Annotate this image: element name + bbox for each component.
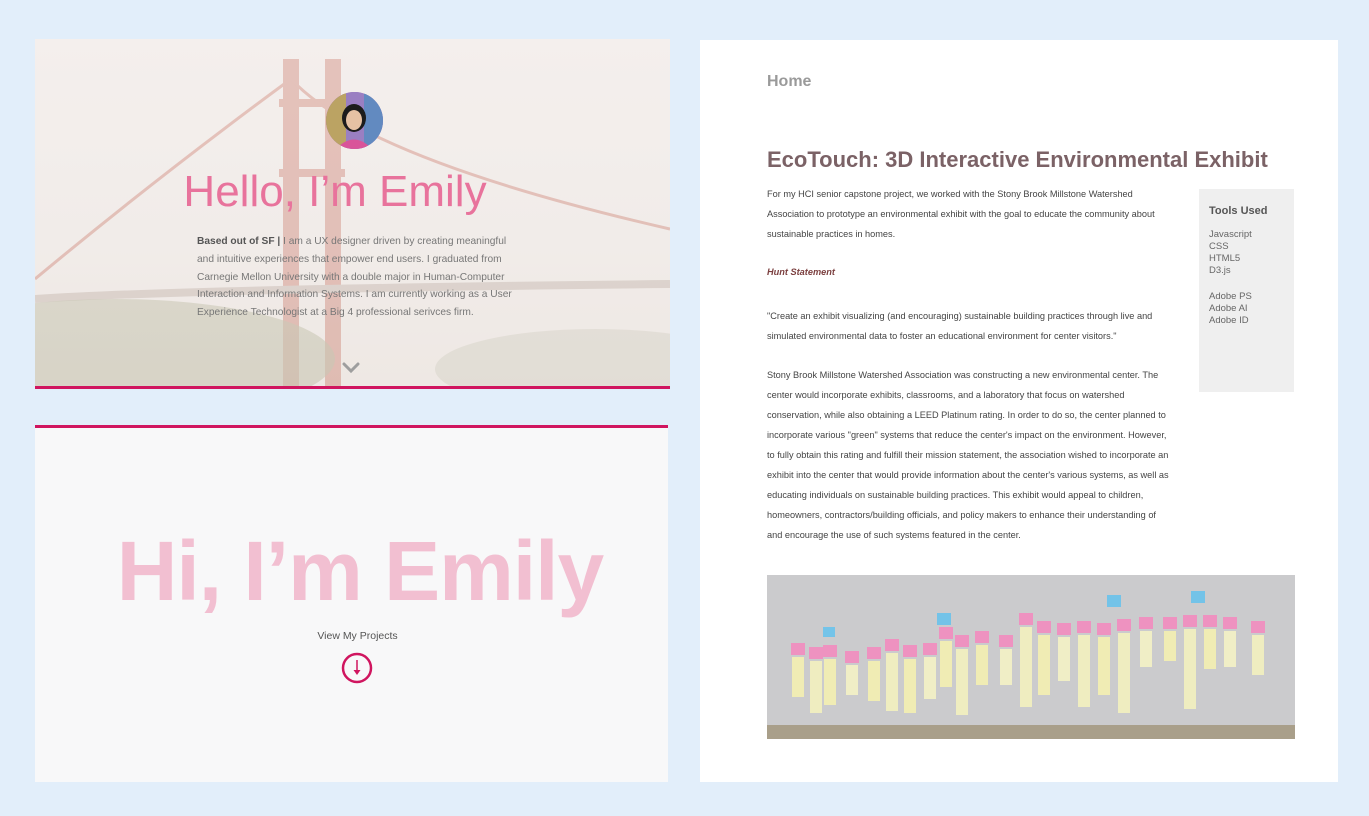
hunt-statement-label: Hunt Statement xyxy=(767,267,835,277)
tool-item: Javascript xyxy=(1209,229,1252,240)
hero-title: Hello, I’m Emily xyxy=(183,167,487,216)
project-title: EcoTouch: 3D Interactive Environmental E… xyxy=(767,147,1268,172)
hunt-statement-quote: "Create an exhibit visualizing (and enco… xyxy=(767,311,1153,341)
tools-title: Tools Used xyxy=(1209,205,1268,217)
hero-bio-location: Based out of SF | xyxy=(197,236,281,247)
tool-item: CSS xyxy=(1209,241,1229,252)
tool-item: HTML5 xyxy=(1209,253,1241,264)
avatar-portrait-icon xyxy=(326,92,383,149)
tool-item: D3.js xyxy=(1209,265,1231,276)
tools-used-box: Tools Used Javascript CSS HTML5 D3.js Ad… xyxy=(1199,189,1294,392)
view-projects-link[interactable]: View My Projects xyxy=(35,630,680,642)
chevron-down-icon[interactable] xyxy=(342,362,360,374)
tool-item: Adobe AI xyxy=(1209,303,1248,314)
sticky-notes-photo xyxy=(767,575,1295,739)
arrow-down-circle-icon[interactable] xyxy=(341,652,373,684)
intro-section: Hi, I’m Emily View My Projects xyxy=(35,425,668,782)
avatar xyxy=(326,92,383,149)
tool-item: Adobe PS xyxy=(1209,291,1252,302)
project-page: Home EcoTouch: 3D Interactive Environmen… xyxy=(700,40,1338,782)
project-description: Stony Brook Millstone Watershed Associat… xyxy=(767,370,1169,540)
hero-section: Hello, I’m Emily Based out of SF | I am … xyxy=(35,39,670,389)
tool-item: Adobe ID xyxy=(1209,315,1249,326)
project-intro: For my HCI senior capstone project, we w… xyxy=(767,189,1155,239)
hero-bio-text: I am a UX designer driven by creating me… xyxy=(197,236,512,319)
home-link[interactable]: Home xyxy=(767,73,811,91)
intro-title: Hi, I’m Emily xyxy=(116,524,605,618)
hero-bio: Based out of SF | I am a UX designer dri… xyxy=(197,233,517,322)
affinity-wall-image xyxy=(767,575,1295,739)
